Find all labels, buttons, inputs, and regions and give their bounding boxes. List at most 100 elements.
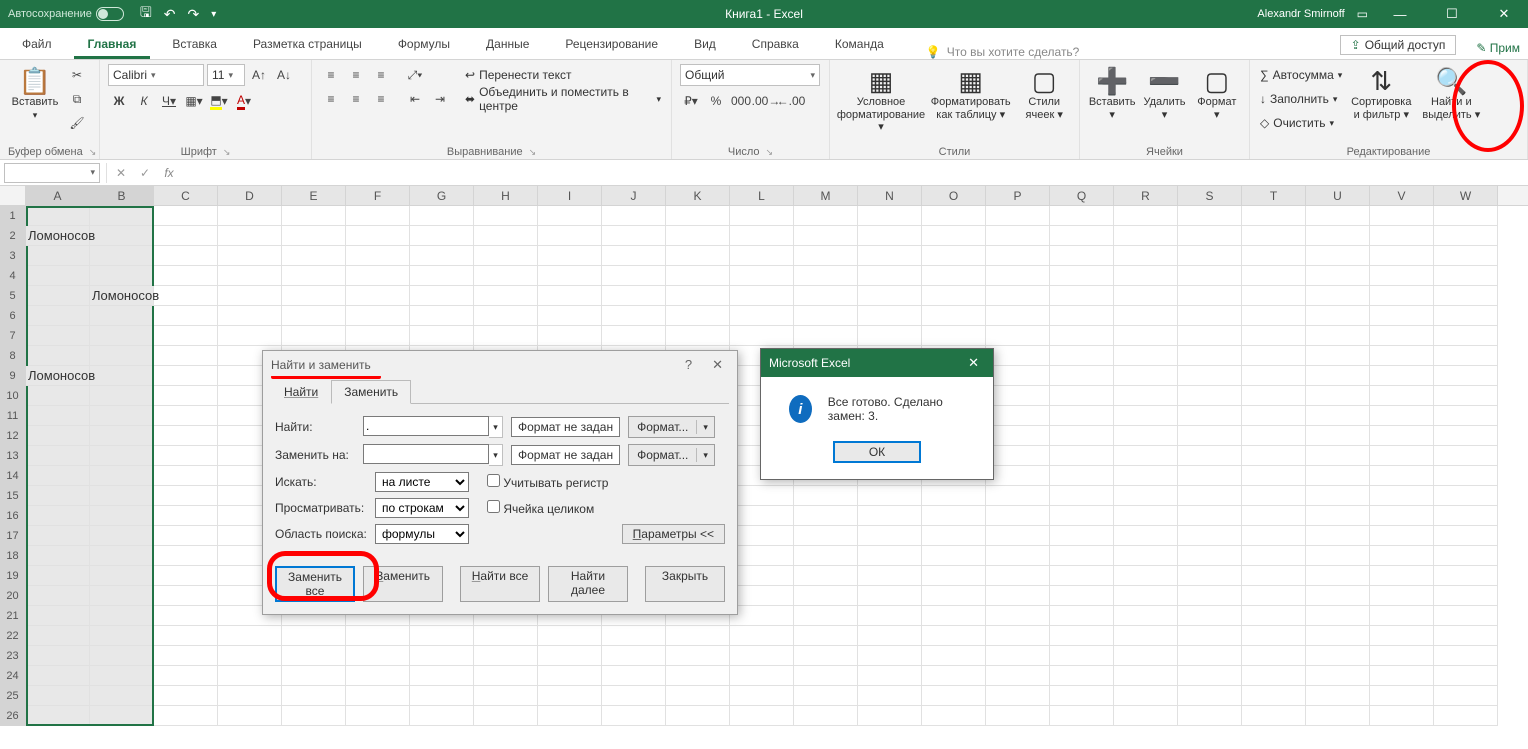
cell[interactable] — [218, 226, 282, 246]
cell[interactable] — [1370, 586, 1434, 606]
cell[interactable] — [1178, 666, 1242, 686]
tab-file[interactable]: Файл — [8, 31, 66, 59]
cell[interactable] — [1306, 306, 1370, 326]
cell[interactable] — [858, 486, 922, 506]
cell[interactable] — [474, 326, 538, 346]
cell[interactable] — [1050, 306, 1114, 326]
cell[interactable] — [154, 606, 218, 626]
cell[interactable] — [1370, 686, 1434, 706]
cell[interactable] — [666, 286, 730, 306]
cell[interactable] — [1370, 226, 1434, 246]
cell[interactable] — [730, 306, 794, 326]
cell[interactable] — [90, 306, 154, 326]
cell[interactable] — [1306, 346, 1370, 366]
cell[interactable] — [1370, 446, 1434, 466]
cell[interactable] — [1306, 466, 1370, 486]
cell[interactable] — [1050, 666, 1114, 686]
row-header[interactable]: 18 — [0, 546, 26, 566]
save-icon[interactable]: 🖫 — [140, 2, 152, 26]
cell[interactable] — [794, 566, 858, 586]
cell[interactable] — [858, 546, 922, 566]
autosum-button[interactable]: ∑Автосумма ▾ — [1258, 64, 1344, 86]
cell[interactable] — [410, 246, 474, 266]
cell[interactable] — [986, 366, 1050, 386]
cell[interactable] — [1434, 706, 1498, 726]
cell[interactable] — [1050, 686, 1114, 706]
cell[interactable] — [922, 486, 986, 506]
cell[interactable] — [794, 246, 858, 266]
cell[interactable] — [666, 626, 730, 646]
cell[interactable] — [1114, 546, 1178, 566]
cell[interactable] — [282, 286, 346, 306]
cell[interactable] — [410, 666, 474, 686]
cell[interactable] — [858, 646, 922, 666]
cell[interactable] — [602, 706, 666, 726]
cell[interactable] — [730, 206, 794, 226]
cell[interactable] — [90, 666, 154, 686]
cell[interactable] — [1306, 486, 1370, 506]
cell[interactable] — [1050, 246, 1114, 266]
options-button[interactable]: Параметры << — [622, 524, 725, 544]
look-in-select[interactable]: формулы — [375, 524, 469, 544]
share-button[interactable]: ⇪ Общий доступ — [1340, 35, 1457, 55]
cell[interactable] — [1306, 646, 1370, 666]
cell[interactable] — [1434, 286, 1498, 306]
launcher-icon[interactable]: ↘ — [766, 147, 774, 157]
cell[interactable] — [90, 646, 154, 666]
cell[interactable] — [90, 466, 154, 486]
cell[interactable] — [1370, 546, 1434, 566]
cell[interactable] — [1178, 346, 1242, 366]
cell[interactable] — [1306, 446, 1370, 466]
clear-button[interactable]: ◇Очистить ▾ — [1258, 112, 1344, 134]
cell[interactable] — [986, 646, 1050, 666]
cell[interactable] — [1370, 606, 1434, 626]
cell[interactable] — [154, 206, 218, 226]
column-header[interactable]: I — [538, 186, 602, 205]
cell[interactable] — [346, 666, 410, 686]
row-header[interactable]: 20 — [0, 586, 26, 606]
fill-button[interactable]: ↓Заполнить ▾ — [1258, 88, 1344, 110]
cell[interactable] — [730, 246, 794, 266]
cell[interactable] — [1242, 586, 1306, 606]
cell[interactable] — [986, 466, 1050, 486]
cell[interactable] — [90, 566, 154, 586]
cell[interactable] — [1178, 366, 1242, 386]
cell[interactable] — [1370, 246, 1434, 266]
cell[interactable] — [1306, 326, 1370, 346]
cell[interactable] — [538, 646, 602, 666]
cell[interactable] — [986, 306, 1050, 326]
cell[interactable] — [90, 266, 154, 286]
align-left-button[interactable]: ≡ — [320, 88, 342, 110]
msgbox-titlebar[interactable]: Microsoft Excel ✕ — [761, 349, 993, 377]
cell[interactable] — [730, 226, 794, 246]
cell[interactable] — [282, 626, 346, 646]
find-select-button[interactable]: 🔍 Найти и выделить ▾ — [1418, 64, 1484, 121]
cell[interactable] — [346, 706, 410, 726]
cell[interactable] — [1434, 446, 1498, 466]
cell[interactable] — [1434, 406, 1498, 426]
cell[interactable] — [1050, 386, 1114, 406]
cell[interactable] — [1050, 626, 1114, 646]
cell[interactable] — [1242, 666, 1306, 686]
align-top-button[interactable]: ≡ — [320, 64, 342, 86]
cell[interactable] — [1434, 466, 1498, 486]
cell[interactable] — [1370, 366, 1434, 386]
cell[interactable] — [922, 626, 986, 646]
cell[interactable] — [538, 626, 602, 646]
match-case-checkbox[interactable]: Учитывать регистр — [487, 474, 608, 490]
cell[interactable] — [1050, 526, 1114, 546]
font-color-button[interactable]: A▾ — [233, 90, 255, 112]
cell[interactable] — [282, 666, 346, 686]
cell[interactable] — [1242, 226, 1306, 246]
cell[interactable] — [922, 206, 986, 226]
cell[interactable] — [90, 626, 154, 646]
cell[interactable] — [1306, 226, 1370, 246]
cell[interactable] — [90, 386, 154, 406]
cell[interactable] — [474, 686, 538, 706]
cell[interactable] — [1114, 606, 1178, 626]
cell[interactable] — [730, 286, 794, 306]
cell[interactable] — [218, 206, 282, 226]
cell[interactable] — [1370, 286, 1434, 306]
cell[interactable] — [986, 226, 1050, 246]
cell[interactable] — [410, 306, 474, 326]
